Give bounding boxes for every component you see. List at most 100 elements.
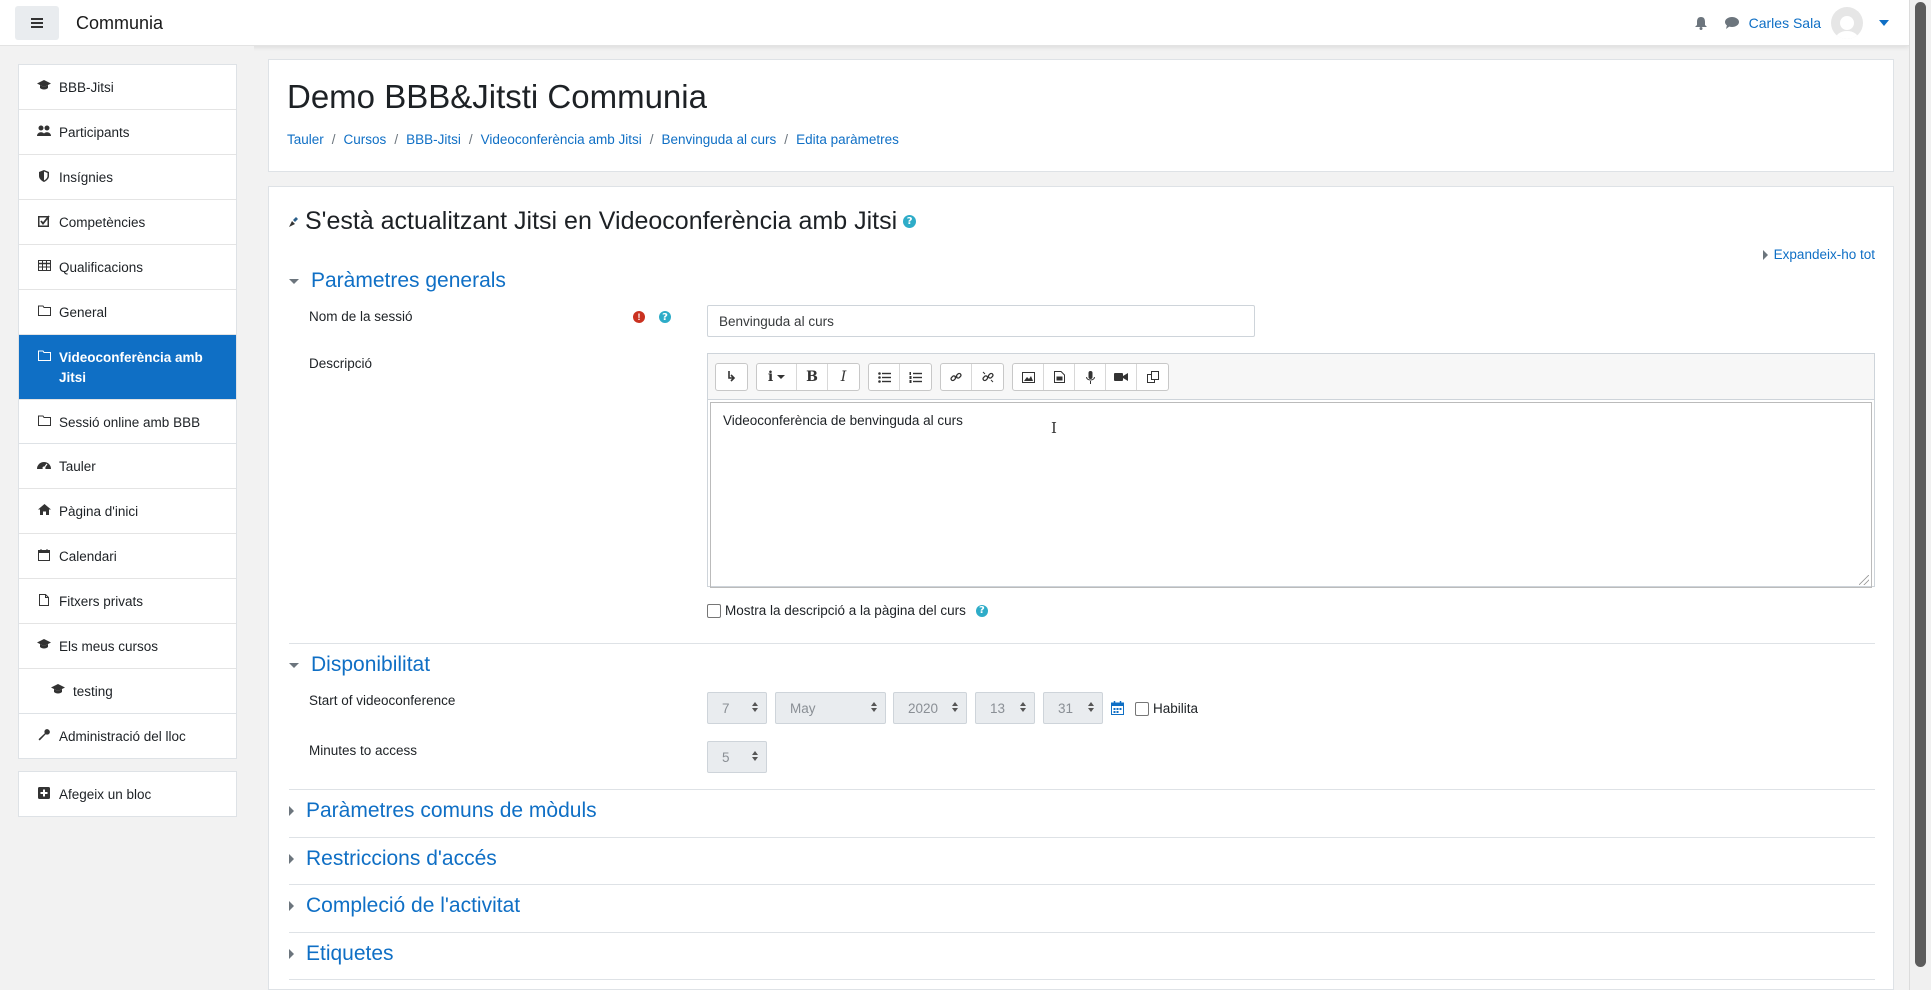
scrollbar-thumb[interactable] — [1915, 2, 1926, 967]
nav-item-private-files[interactable]: Fitxers privats — [19, 579, 236, 624]
checkbox-icon — [37, 215, 51, 227]
nav-item-section-bbb[interactable]: Sessió online amb BBB — [19, 400, 236, 444]
section-heading: Paràmetres generals — [311, 269, 506, 292]
bell-icon[interactable] — [1694, 16, 1707, 30]
nav-item-site-admin[interactable]: Administració del lloc — [19, 714, 236, 758]
record-audio-button[interactable] — [1075, 364, 1106, 390]
start-day-select[interactable]: 7 — [707, 692, 767, 724]
shield-icon — [37, 170, 51, 182]
edit-form-card: S'està actualitzant Jitsi en Videoconfer… — [268, 186, 1894, 990]
caret-right-icon — [289, 901, 294, 911]
caret-right-icon — [1762, 249, 1768, 260]
breadcrumb-item[interactable]: Edita paràmetres — [796, 132, 899, 147]
start-minute-select[interactable]: 31 — [1043, 692, 1103, 724]
calendar-icon[interactable] — [1111, 701, 1124, 715]
toolbar-collapse-button[interactable] — [716, 364, 747, 390]
form-title-text: S'està actualitzant Jitsi en Videoconfer… — [305, 207, 898, 235]
select-value: 5 — [722, 749, 730, 765]
nav-item-home[interactable]: Pàgina d'inici — [19, 489, 236, 534]
nav-item-label: Participants — [59, 125, 130, 140]
nav-item-dashboard[interactable]: Tauler — [19, 444, 236, 489]
session-name-input[interactable] — [707, 305, 1255, 337]
insert-media-button[interactable] — [1044, 364, 1075, 390]
start-hour-select[interactable]: 13 — [975, 692, 1035, 724]
divider — [289, 789, 1875, 790]
nav-item-grades[interactable]: Qualificacions — [19, 245, 236, 290]
start-year-select[interactable]: 2020 — [893, 692, 967, 724]
nav-item-label: Pàgina d'inici — [59, 504, 139, 519]
insert-image-button[interactable] — [1013, 364, 1044, 390]
help-icon[interactable]: ? — [903, 215, 917, 228]
user-menu-name[interactable]: Carles Sala — [1749, 15, 1821, 31]
section-restrictions-toggle[interactable]: Restriccions d'accés — [289, 847, 497, 871]
help-icon[interactable]: ? — [975, 604, 988, 617]
chat-bubble-icon[interactable] — [1724, 17, 1739, 29]
section-availability-toggle[interactable]: Disponibilitat — [289, 653, 430, 677]
enable-start-checkbox[interactable] — [1135, 701, 1149, 716]
start-month-select[interactable]: May — [775, 692, 886, 724]
bullet-list-icon — [877, 371, 891, 383]
nav-item-course-testing[interactable]: testing — [19, 669, 236, 713]
section-general-toggle[interactable]: Paràmetres generals — [289, 269, 506, 293]
breadcrumb-item[interactable]: Cursos — [344, 132, 387, 147]
user-menu-caret-icon[interactable] — [1879, 20, 1889, 26]
avatar[interactable] — [1831, 7, 1863, 39]
manage-files-button[interactable] — [1137, 364, 1168, 390]
nav-item-competencies[interactable]: Competències — [19, 200, 236, 245]
section-heading: Restriccions d'accés — [306, 847, 497, 870]
nav-item-participants[interactable]: Participants — [19, 110, 236, 155]
unordered-list-button[interactable] — [869, 364, 900, 390]
media-file-icon — [1053, 371, 1065, 383]
add-block-button[interactable]: Afegeix un bloc — [19, 772, 236, 816]
editor-toolbar: i B I — [708, 354, 1874, 400]
nav-item-label: Insígnies — [59, 170, 114, 185]
folder-icon — [37, 350, 51, 361]
calendar-icon — [37, 549, 51, 561]
show-description-checkbox[interactable] — [707, 603, 721, 618]
breadcrumb-item[interactable]: Videoconferència amb Jitsi — [481, 132, 642, 147]
section-completion-toggle[interactable]: Compleció de l'activitat — [289, 894, 520, 918]
bold-button[interactable]: B — [797, 364, 828, 390]
page-scrollbar[interactable] — [1909, 0, 1931, 990]
nav-item-section-general[interactable]: General — [19, 290, 236, 335]
italic-button[interactable]: I — [828, 364, 859, 390]
breadcrumb-item[interactable]: Benvinguda al curs — [661, 132, 776, 147]
users-icon — [37, 125, 51, 136]
minutes-to-access-label: Minutes to access — [309, 743, 418, 758]
nav-item-badges[interactable]: Insígnies — [19, 155, 236, 200]
expand-all-link[interactable]: Expandeix-ho tot — [1762, 247, 1875, 262]
record-video-button[interactable] — [1106, 364, 1137, 390]
select-value: May — [790, 700, 816, 716]
drawer-toggle-button[interactable] — [15, 6, 59, 40]
select-value: 13 — [990, 700, 1006, 716]
microphone-icon — [1085, 370, 1095, 384]
nav-item-section-jitsi[interactable]: Videoconferència amb Jitsi — [19, 335, 236, 400]
paragraph-style-button[interactable]: i — [757, 364, 797, 390]
link-button[interactable] — [941, 364, 972, 390]
select-arrows-icon — [871, 702, 877, 712]
section-tags-toggle[interactable]: Etiquetes — [289, 942, 394, 966]
section-heading: Disponibilitat — [311, 653, 431, 676]
ordered-list-button[interactable] — [900, 364, 931, 390]
description-textarea[interactable]: Videoconferència de benvinguda al curs I — [710, 402, 1872, 588]
required-icon: ! — [633, 311, 645, 323]
nav-item-label: testing — [73, 684, 113, 699]
minutes-to-access-select[interactable]: 5 — [707, 741, 767, 773]
resize-handle[interactable] — [1859, 575, 1869, 585]
site-name[interactable]: Communia — [76, 13, 163, 34]
breadcrumb-item[interactable]: BBB-Jitsi — [406, 132, 461, 147]
nav-item-my-courses[interactable]: Els meus cursos — [19, 624, 236, 669]
show-description-row: Mostra la descripció a la pàgina del cur… — [707, 603, 988, 618]
unlink-button[interactable] — [972, 364, 1003, 390]
breadcrumb-item[interactable]: Tauler — [287, 132, 324, 147]
description-text: Videoconferència de benvinguda al curs — [723, 413, 963, 428]
select-value: 31 — [1058, 700, 1074, 716]
nav-item-calendar[interactable]: Calendari — [19, 534, 236, 579]
nav-item-course[interactable]: BBB-Jitsi — [19, 65, 236, 110]
help-icon[interactable]: ? — [659, 311, 671, 323]
home-icon — [37, 504, 51, 515]
jitsi-module-icon — [289, 216, 298, 227]
wrench-icon — [37, 729, 51, 741]
image-icon — [1021, 371, 1035, 383]
section-common-settings-toggle[interactable]: Paràmetres comuns de mòduls — [289, 799, 597, 823]
